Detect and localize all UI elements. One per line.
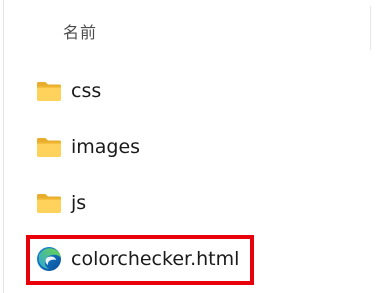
name-column-header[interactable]: 名前: [63, 19, 97, 43]
folder-icon: [37, 194, 61, 213]
item-label: css: [71, 80, 102, 102]
folder-icon: [37, 82, 61, 101]
column-header: 名前: [4, 0, 381, 62]
column-separator[interactable]: [370, 6, 371, 50]
list-item-js-folder[interactable]: js: [36, 181, 86, 225]
list-item-css-folder[interactable]: css: [36, 69, 101, 113]
edge-browser-icon: [37, 247, 61, 271]
item-label: images: [71, 136, 141, 158]
file-explorer-list: 名前 css images js colorchecker.html: [0, 0, 381, 293]
folder-icon: [37, 138, 61, 157]
list-item-images-folder[interactable]: images: [36, 125, 140, 169]
item-label: colorchecker.html: [71, 248, 240, 270]
list-item-colorchecker-file[interactable]: colorchecker.html: [36, 237, 239, 281]
item-label: js: [71, 192, 87, 214]
